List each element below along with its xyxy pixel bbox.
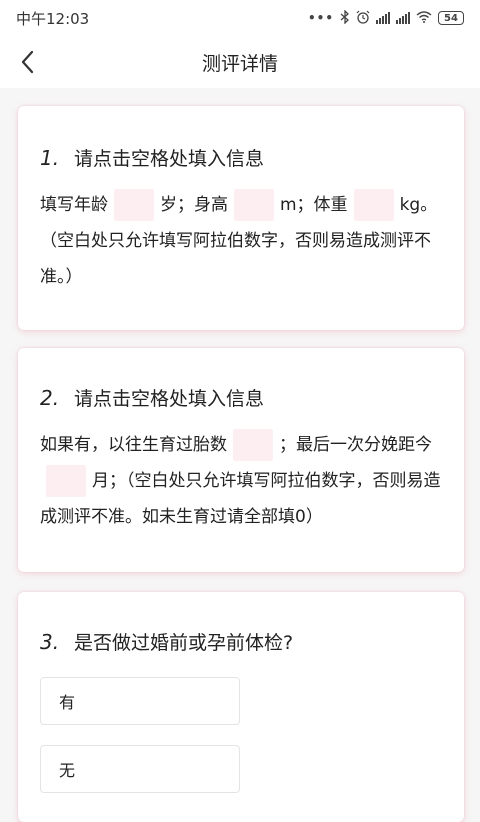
births-after: ；最后一次分娩距今 bbox=[279, 435, 432, 455]
question-body: 如果有，以往生育过胎数 ；最后一次分娩距今月；（空白处只允许填写阿拉伯数字，否则易… bbox=[40, 427, 442, 535]
chevron-left-icon bbox=[21, 50, 34, 74]
question-header: 2. 请点击空格处填入信息 bbox=[40, 384, 442, 411]
more-dots-icon: ••• bbox=[307, 11, 334, 25]
births-label: 如果有，以往生育过胎数 bbox=[40, 435, 227, 455]
page-title: 测评详情 bbox=[201, 52, 278, 75]
status-time: 中午12:03 bbox=[16, 9, 90, 28]
signal-icon bbox=[376, 12, 390, 24]
alarm-icon bbox=[356, 10, 370, 27]
question-header: 1. 请点击空格处填入信息 bbox=[40, 144, 442, 171]
question-number: 2. bbox=[40, 386, 60, 410]
status-icons: ••• 54 bbox=[307, 8, 464, 27]
births-input[interactable] bbox=[233, 429, 273, 461]
question-title: 请点击空格处填入信息 bbox=[74, 388, 265, 410]
question-card-3: 3. 是否做过婚前或孕前体检? 有 无 bbox=[18, 592, 464, 822]
option-no[interactable]: 无 bbox=[40, 745, 240, 793]
age-label: 填写年龄 bbox=[40, 195, 108, 215]
question-card-2: 2. 请点击空格处填入信息 如果有，以往生育过胎数 ；最后一次分娩距今月；（空白处… bbox=[18, 348, 464, 572]
option-yes[interactable]: 有 bbox=[40, 677, 240, 725]
weight-input[interactable] bbox=[353, 189, 394, 221]
bluetooth-icon bbox=[340, 8, 350, 27]
height-input[interactable] bbox=[234, 189, 274, 221]
hd-signal-icon bbox=[396, 12, 410, 24]
nav-bar: 测评详情 bbox=[0, 36, 480, 88]
question-title: 请点击空格处填入信息 bbox=[74, 148, 265, 170]
question-header: 3. 是否做过婚前或孕前体检? bbox=[40, 628, 442, 655]
question-card-1: 1. 请点击空格处填入信息 填写年龄 岁；身高 m；体重 kg。（空白处只允许填写阿拉… bbox=[18, 106, 464, 330]
question-title: 是否做过婚前或孕前体检? bbox=[74, 632, 294, 654]
age-unit: 岁；身高 bbox=[160, 195, 228, 215]
months-after: 月；（空白处只允许填写阿拉伯数字，否则易造成测评不准。如未生育过请全部填0） bbox=[40, 471, 441, 527]
battery-icon: 54 bbox=[438, 11, 464, 25]
question-number: 3. bbox=[40, 630, 60, 654]
question-number: 1. bbox=[40, 146, 60, 170]
status-bar: 中午12:03 ••• 54 bbox=[0, 0, 480, 36]
wifi-icon bbox=[416, 10, 432, 26]
back-button[interactable] bbox=[12, 46, 44, 78]
height-unit: m；体重 bbox=[280, 195, 348, 215]
age-input[interactable] bbox=[114, 189, 154, 221]
question-body: 填写年龄 岁；身高 m；体重 kg。（空白处只允许填写阿拉伯数字，否则易造成测评不准。… bbox=[40, 187, 442, 295]
months-input[interactable] bbox=[46, 465, 86, 497]
